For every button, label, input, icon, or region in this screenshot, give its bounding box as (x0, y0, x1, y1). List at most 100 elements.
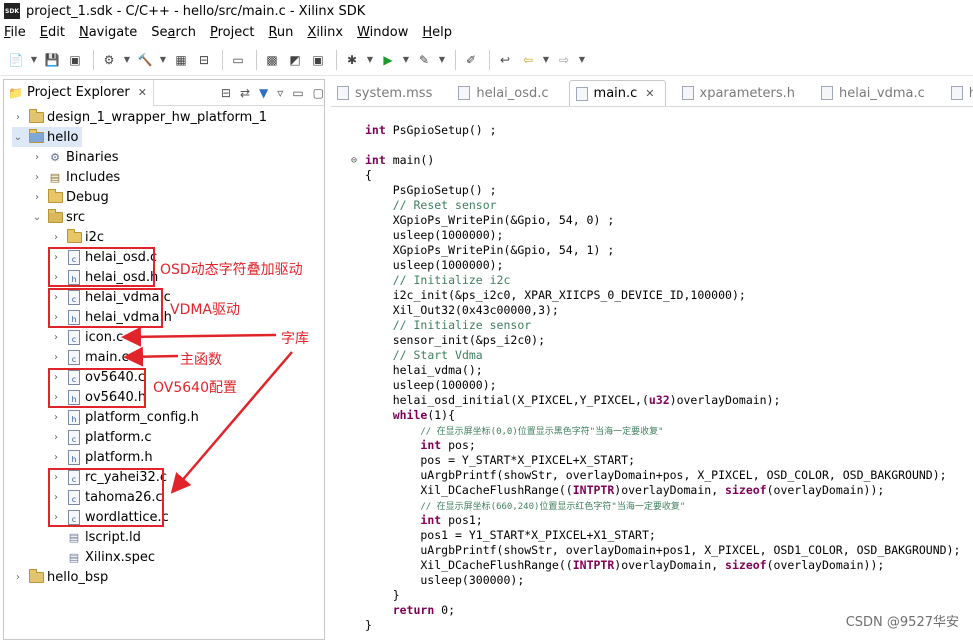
collapsed-arrow-icon[interactable]: › (31, 192, 43, 203)
tree-item[interactable]: ▤ Xilinx.spec (50, 547, 155, 567)
tree-item[interactable]: › ⚙ Binaries (31, 147, 118, 167)
chevron-down-icon[interactable]: ▼ (122, 50, 132, 70)
pen-icon[interactable]: ✐ (461, 50, 481, 70)
chevron-down-icon[interactable]: ▼ (401, 50, 411, 70)
filter-icon[interactable]: ▼ (259, 86, 268, 100)
save-icon[interactable]: 💾 (42, 50, 62, 70)
edit-icon[interactable]: ◩ (285, 50, 305, 70)
tree-item-label: platform_config.h (85, 409, 199, 425)
code-text: )overlayDomain, (614, 483, 726, 497)
code-text: PsGpioSetup() ; (365, 183, 497, 197)
console-icon[interactable]: ▭ (228, 50, 248, 70)
menu-xilinx[interactable]: Xilinx (307, 25, 343, 40)
chevron-down-icon[interactable]: ▼ (437, 50, 447, 70)
binaries-icon: ⚙ (50, 150, 60, 164)
tree-item-label: design_1_wrapper_hw_platform_1 (47, 109, 268, 125)
editor-tab[interactable]: helai_osd (945, 80, 973, 106)
tree-item[interactable]: ▤ lscript.ld (50, 527, 141, 547)
menu-bar: File Edit Navigate Search Project Run Xilinx Wi… (0, 22, 973, 42)
back-arrow-icon[interactable]: ⇦ (518, 50, 538, 70)
minimize-icon[interactable]: ▭ (292, 86, 303, 100)
tree-item[interactable]: › hello_bsp (12, 567, 108, 587)
collapse-all-icon[interactable]: ⊟ (221, 86, 231, 100)
editor-tab[interactable]: helai_vdma.c (815, 80, 935, 106)
tab-project-explorer[interactable]: 📁 Project Explorer ✕ (4, 80, 154, 106)
editor-tab[interactable]: main.c ✕ (568, 80, 666, 106)
link-with-editor-icon[interactable]: ⇄ (240, 86, 250, 100)
editor-tab[interactable]: system.mss (331, 80, 442, 106)
collapsed-arrow-icon[interactable]: › (50, 412, 62, 423)
chevron-down-icon[interactable]: ▼ (541, 50, 551, 70)
close-icon[interactable]: ✕ (138, 86, 147, 99)
close-icon[interactable]: ✕ (645, 87, 654, 100)
tree-item[interactable]: › h platform.h (50, 447, 153, 467)
build-hammer-icon[interactable]: 🔨 (135, 50, 155, 70)
file-icon (950, 86, 963, 100)
tree-item[interactable]: ⌄ hello (12, 127, 83, 147)
collapsed-arrow-icon[interactable]: › (50, 432, 62, 443)
menu-run[interactable]: Run (268, 25, 293, 40)
editor-tab[interactable]: helai_osd.c (452, 80, 558, 106)
last-edit-icon[interactable]: ↩ (495, 50, 515, 70)
forward-arrow-icon[interactable]: ⇨ (554, 50, 574, 70)
program-fpga-icon[interactable]: ▦ (171, 50, 191, 70)
chevron-down-icon[interactable]: ▼ (365, 50, 375, 70)
tree-item[interactable]: › h platform_config.h (50, 407, 199, 427)
menu-project[interactable]: Project (210, 25, 255, 40)
collapsed-arrow-icon[interactable]: › (31, 172, 43, 183)
binary-icon[interactable]: ⊟ (194, 50, 214, 70)
tree-item[interactable]: › Debug (31, 187, 109, 207)
collapsed-arrow-icon[interactable]: › (12, 112, 24, 123)
code-keyword: int (420, 513, 442, 527)
chevron-down-icon[interactable]: ▼ (158, 50, 168, 70)
debug-bug-icon[interactable]: ✱ (342, 50, 362, 70)
main-function-annotation: 主函数 (180, 352, 222, 368)
maximize-icon[interactable]: ▢ (313, 86, 324, 100)
project-explorer-panel: 📁 Project Explorer ✕ ⊟ ⇄ ▼ ▿ ▭ ▢ › design… (3, 79, 325, 640)
menu-help[interactable]: Help (422, 25, 452, 40)
view-menu-icon[interactable]: ▿ (277, 86, 283, 100)
terminal-icon[interactable]: ▣ (308, 50, 328, 70)
menu-file[interactable]: File (4, 25, 26, 40)
new-icon[interactable]: 📄 (6, 50, 26, 70)
menu-navigate[interactable]: Navigate (79, 25, 137, 40)
collapsed-arrow-icon[interactable]: › (50, 332, 62, 343)
editor-tab[interactable]: xparameters.h (676, 80, 805, 106)
linker-script-icon: ▤ (68, 530, 80, 544)
code-keyword: u32 (648, 393, 670, 407)
settings-icon[interactable]: ⚙ (99, 50, 119, 70)
expanded-arrow-icon[interactable]: ⌄ (31, 212, 43, 223)
tree-item[interactable]: › c icon.c (50, 327, 123, 347)
tab-label: Project Explorer (26, 85, 130, 100)
collapsed-arrow-icon[interactable]: › (50, 452, 62, 463)
tree-item[interactable]: › c platform.c (50, 427, 152, 447)
collapsed-arrow-icon[interactable]: › (50, 232, 62, 243)
code-line: while(1){ (365, 408, 455, 423)
code-text: pos; (441, 438, 476, 452)
chevron-down-icon[interactable]: ▼ (577, 50, 587, 70)
collapsed-arrow-icon[interactable]: › (50, 352, 62, 363)
collapsed-arrow-icon[interactable]: › (31, 152, 43, 163)
tree-item[interactable]: › i2c (50, 227, 104, 247)
toolbar-divider (256, 49, 257, 70)
code-text: Xil_DCacheFlushRange(( (365, 558, 573, 572)
run-icon[interactable]: ▶ (378, 50, 398, 70)
collapsed-arrow-icon[interactable]: › (12, 572, 24, 583)
tree-item[interactable]: › ▤ Includes (31, 167, 120, 187)
menu-window[interactable]: Window (357, 25, 408, 40)
code-comment: // Reset sensor (392, 198, 497, 212)
code-text: pos = Y_START*X_PIXCEL+X_START; (365, 453, 636, 467)
menu-search[interactable]: Search (151, 25, 196, 40)
tree-item[interactable]: › design_1_wrapper_hw_platform_1 (12, 107, 267, 127)
external-tools-icon[interactable]: ✎ (414, 50, 434, 70)
expanded-arrow-icon[interactable]: ⌄ (12, 132, 24, 143)
tree-item[interactable]: ⌄ src (31, 207, 85, 227)
save-all-icon[interactable]: ▣ (65, 50, 85, 70)
hardware-icon[interactable]: ▩ (262, 50, 282, 70)
fold-toggle-icon[interactable]: ⊖ (351, 153, 357, 168)
tree-item[interactable]: › c main.c (50, 347, 129, 367)
chevron-down-icon[interactable]: ▼ (29, 50, 39, 70)
code-text: helai_vdma(); (365, 363, 483, 377)
menu-edit[interactable]: Edit (40, 25, 65, 40)
